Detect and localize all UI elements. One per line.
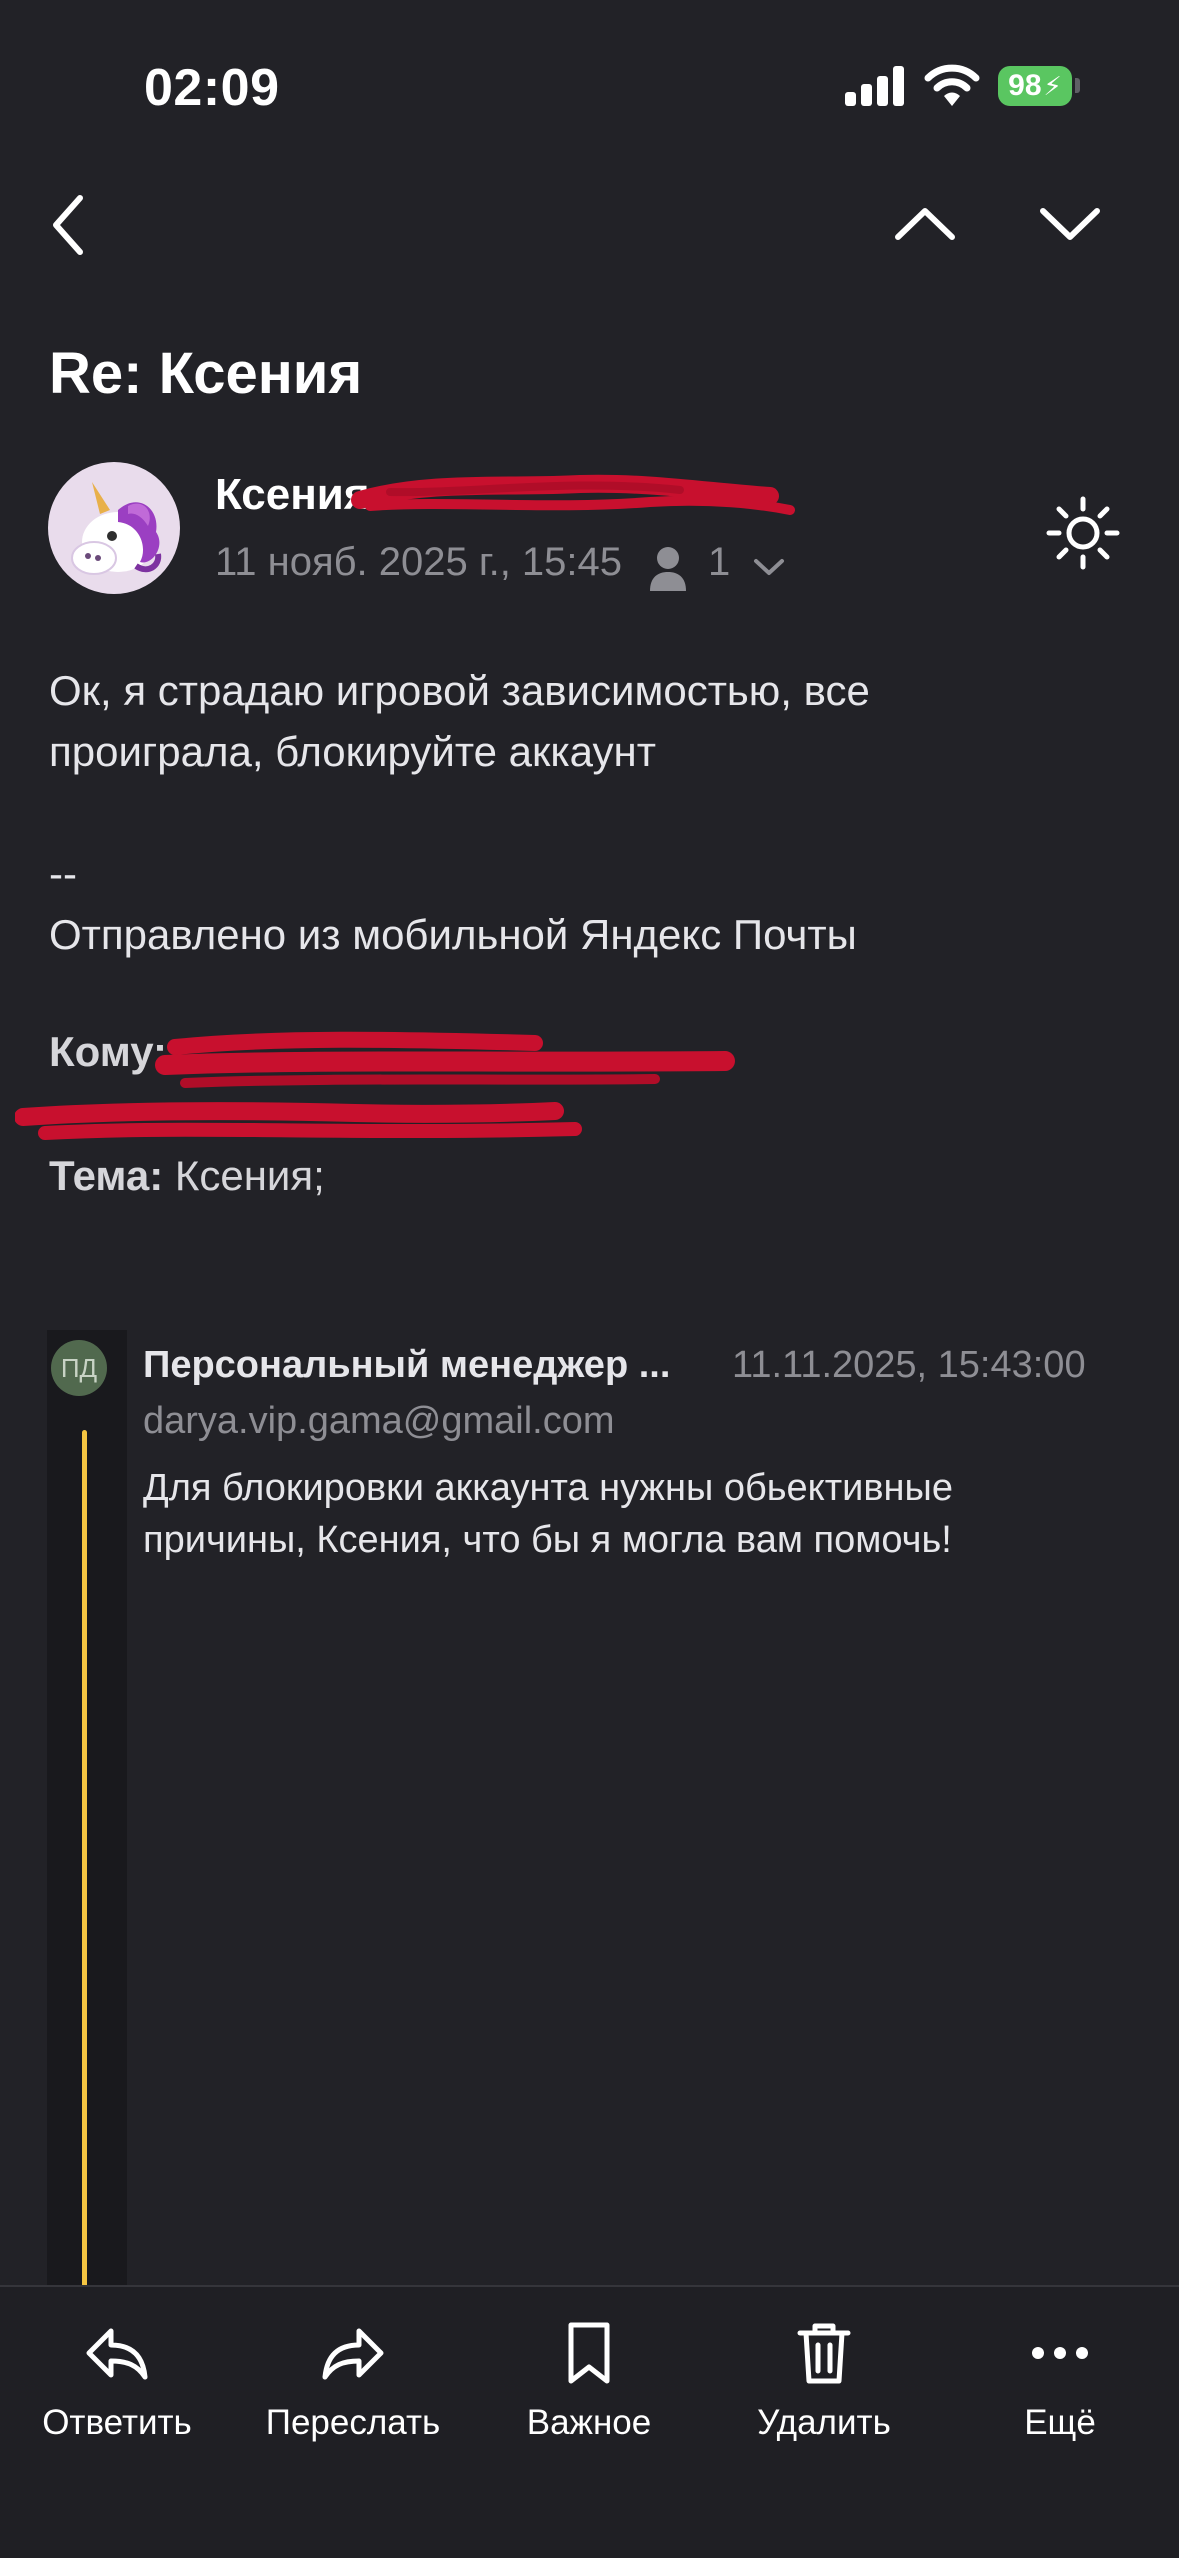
forward-label: Переслать: [265, 2403, 441, 2442]
quoted-sender[interactable]: Персональный менеджер ...: [143, 1344, 713, 1387]
quoted-body-line: Для блокировки аккаунта нужны обьективны…: [143, 1467, 953, 1509]
trash-icon: [797, 2323, 851, 2384]
quote-strip: [47, 1330, 127, 2290]
quoted-email[interactable]: darya.vip.gama@gmail.com: [143, 1400, 615, 1443]
bottom-toolbar: Ответить Переслать Важное Удалить Ещё: [0, 2285, 1179, 2558]
battery-cap: [1075, 78, 1080, 93]
quote-bar: [82, 1430, 87, 2290]
person-icon: [650, 547, 686, 591]
more-label: Ещё: [1024, 2403, 1096, 2442]
sender-name[interactable]: Ксения: [215, 470, 370, 520]
sun-icon[interactable]: [1045, 495, 1121, 571]
signal-icon: [845, 66, 905, 106]
reply-label: Ответить: [42, 2403, 192, 2442]
message-date: 11 нояб. 2025 г., 15:45: [215, 540, 623, 584]
charging-icon: ⚡: [1043, 70, 1062, 101]
quoted-date: 11.11.2025, 15:43:00: [732, 1344, 1086, 1386]
theme-line: Тема: Ксения;: [49, 1152, 325, 1200]
redaction-scribble: [15, 1031, 735, 1140]
delete-button[interactable]: Удалить: [709, 2317, 939, 2443]
forward-icon: [322, 2328, 384, 2380]
battery-level: 98: [1008, 69, 1042, 102]
battery-indicator: 98 ⚡: [998, 66, 1072, 106]
important-button[interactable]: Важное: [474, 2317, 704, 2443]
theme-label: Тема:: [49, 1152, 164, 1199]
redaction-scribble: [351, 474, 795, 515]
important-label: Важное: [526, 2403, 652, 2442]
quoted-avatar: ПД: [51, 1340, 107, 1396]
chevron-down-icon[interactable]: [1035, 195, 1105, 251]
quoted-body: Для блокировки аккаунта нужны обьективны…: [143, 1462, 1123, 1566]
delete-label: Удалить: [757, 2403, 891, 2442]
forward-button[interactable]: Переслать: [238, 2317, 468, 2443]
body-line: Ок, я страдаю игровой зависимостью, все: [49, 667, 870, 714]
more-button[interactable]: Ещё: [945, 2317, 1175, 2443]
message-body: Ок, я страдаю игровой зависимостью, все …: [49, 660, 1129, 965]
more-icon: [1032, 2347, 1088, 2359]
back-icon[interactable]: [40, 190, 100, 260]
bookmark-icon: [568, 2322, 610, 2384]
reply-button[interactable]: Ответить: [2, 2317, 232, 2443]
signature-separator: --: [49, 850, 77, 897]
sender-avatar[interactable]: [48, 462, 180, 594]
signature: Отправлено из мобильной Яндекс Почты: [49, 911, 857, 958]
body-line: проиграла, блокируйте аккаунт: [49, 728, 656, 775]
chevron-up-icon[interactable]: [890, 195, 960, 251]
status-time: 02:09: [144, 59, 280, 117]
wifi-icon: [924, 64, 980, 106]
theme-value: Ксения;: [174, 1152, 325, 1199]
recipients-count[interactable]: 1: [708, 540, 730, 585]
unicorn-icon: [71, 482, 162, 575]
chevron-down-icon[interactable]: [752, 556, 786, 578]
quoted-body-line: причины, Ксения, что бы я могла вам помо…: [143, 1519, 952, 1561]
reply-icon: [86, 2328, 148, 2380]
message-subject: Re: Ксения: [49, 341, 363, 406]
